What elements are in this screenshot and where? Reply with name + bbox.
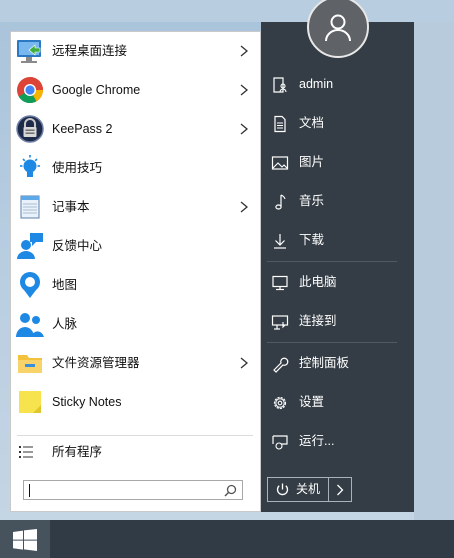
program-label: 地图 [52,278,78,292]
program-label: 使用技巧 [52,161,103,175]
taskbar [0,520,454,558]
shutdown-label: 关机 [296,482,321,496]
people-icon [16,313,44,337]
download-icon [274,234,286,249]
place-downloads[interactable]: 下载 [261,221,414,260]
chevron-right-icon[interactable] [237,200,251,214]
place-label: 下载 [299,233,325,247]
program-label: Google Chrome [52,83,141,97]
pictures-icon [271,156,289,170]
all-programs-label: 所有程序 [52,445,103,459]
document-icon [274,115,286,133]
sticky-notes-icon [19,391,41,413]
place-label: 此电脑 [299,275,337,289]
program-label: 文件资源管理器 [52,356,140,370]
place-music[interactable]: 音乐 [261,182,414,221]
computer-icon [272,275,288,291]
program-people[interactable]: 人脉 [11,305,260,344]
remote-desktop-icon [17,40,41,63]
start-menu-programs-panel: 远程桌面连接 Google Chrome KeePass 2 使用技巧 记事本 … [10,31,261,512]
shutdown-button[interactable]: 关机 [267,477,352,502]
place-pictures[interactable]: 图片 [261,143,414,182]
control-panel-icon [273,357,289,373]
tips-icon [20,155,40,177]
keepass-icon [16,115,44,143]
user-icon [325,14,351,42]
search-icon[interactable] [224,484,237,497]
place-label: 运行... [299,434,335,448]
place-run[interactable]: 运行... [261,422,414,461]
connect-icon [271,315,289,330]
chevron-right-icon[interactable] [237,44,251,58]
divider [267,342,397,343]
place-label: 音乐 [299,194,325,208]
start-button[interactable] [0,520,50,558]
program-label: 人脉 [52,317,78,331]
place-label: 图片 [299,155,325,169]
file-explorer-icon [18,355,42,373]
program-google-chrome[interactable]: Google Chrome [11,71,260,110]
all-programs-button[interactable]: 所有程序 [11,437,260,467]
start-menu-places-panel: admin 文档 图片 音乐 下载 此电脑 连接到 控制面板 设置 运行... … [261,22,414,512]
place-this-pc[interactable]: 此电脑 [261,263,414,302]
chevron-right-icon[interactable] [333,483,347,497]
place-documents[interactable]: 文档 [261,104,414,143]
desktop-background [0,0,454,22]
program-maps[interactable]: 地图 [11,266,260,305]
power-icon [276,483,289,496]
place-label: 设置 [299,395,325,409]
place-settings[interactable]: 设置 [261,383,414,422]
place-label: 文档 [299,116,325,130]
program-remote-desktop[interactable]: 远程桌面连接 [11,32,260,71]
divider [267,261,397,262]
user-name: admin [299,77,334,91]
divider [328,478,329,501]
program-keepass[interactable]: KeePass 2 [11,110,260,149]
search-input[interactable] [23,480,243,500]
divider [17,435,253,436]
program-label: 反馈中心 [52,239,103,253]
program-feedback-hub[interactable]: 反馈中心 [11,227,260,266]
program-file-explorer[interactable]: 文件资源管理器 [11,344,260,383]
program-label: 记事本 [52,200,90,214]
list-icon [19,446,33,458]
maps-icon [20,272,40,298]
settings-gear-icon [273,396,287,410]
chrome-icon [17,77,44,104]
program-sticky-notes[interactable]: Sticky Notes [11,383,260,422]
program-label: 远程桌面连接 [52,44,128,58]
chevron-right-icon[interactable] [237,122,251,136]
text-caret [29,484,30,497]
place-control-panel[interactable]: 控制面板 [261,344,414,383]
place-label: 控制面板 [299,356,350,370]
program-notepad[interactable]: 记事本 [11,188,260,227]
program-label: KeePass 2 [52,122,113,136]
chevron-right-icon[interactable] [237,83,251,97]
program-label: Sticky Notes [52,395,122,409]
feedback-icon [17,233,43,259]
chevron-right-icon[interactable] [237,356,251,370]
place-connect-to[interactable]: 连接到 [261,302,414,341]
run-icon [272,435,288,450]
place-label: 连接到 [299,314,337,328]
user-folder-icon [273,77,287,93]
notepad-icon [20,195,40,219]
program-tips[interactable]: 使用技巧 [11,149,260,188]
desktop-background-right [414,22,454,522]
user-account-item[interactable]: admin [261,65,414,104]
windows-logo-icon [13,529,37,551]
music-icon [275,194,286,210]
